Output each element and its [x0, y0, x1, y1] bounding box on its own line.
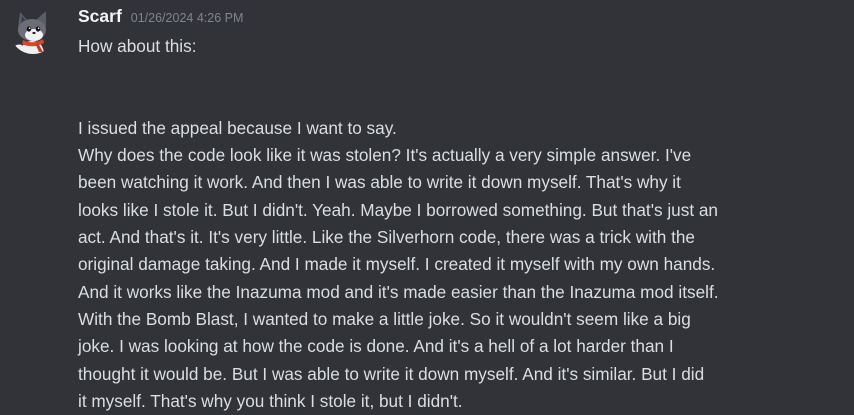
message-line: joke. I was looking at how the code is d…	[78, 336, 674, 357]
message-line: I issued the appeal because I want to sa…	[78, 117, 397, 138]
message-line: original damage taking. And I made it my…	[78, 254, 716, 275]
message-line: Why does the code look like it was stole…	[78, 145, 692, 166]
message-line: act. And that's it. It's very little. Li…	[78, 227, 695, 248]
message-timestamp: 01/26/2024 4:26 PM	[130, 11, 244, 25]
message-header: Scarf 01/26/2024 4:26 PM	[78, 6, 243, 32]
cartoon-cat-avatar-icon[interactable]	[10, 8, 56, 54]
message-line: it myself. That's why you think I stole …	[78, 390, 463, 411]
message-line: How about this:	[78, 36, 197, 56]
message-line: looks like I stole it. But I didn't. Yea…	[78, 199, 718, 220]
message-line: With the Bomb Blast, I wanted to make a …	[78, 308, 691, 329]
message-line: thought it would be. But I was able to w…	[78, 363, 705, 384]
message-line: And it works like the Inazuma mod and it…	[78, 281, 719, 302]
message-line: been watching it work. And then I was ab…	[78, 172, 681, 193]
chat-message: Scarf 01/26/2024 4:26 PM How about this:…	[0, 0, 854, 411]
message-content: How about this: I issued the appeal beca…	[78, 33, 848, 415]
username[interactable]: Scarf	[78, 6, 122, 27]
